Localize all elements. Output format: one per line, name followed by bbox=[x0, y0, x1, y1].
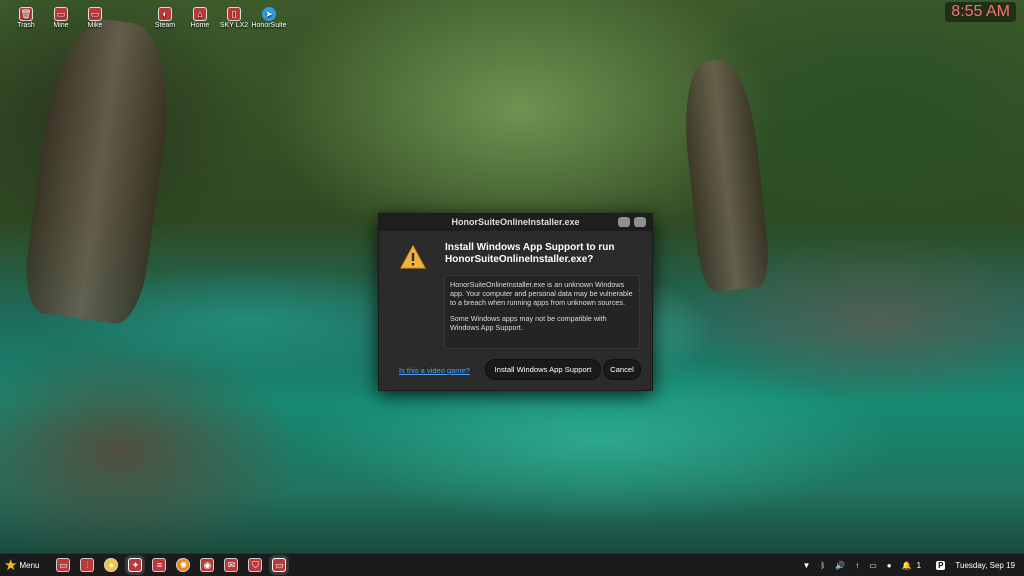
taskbar-vlc-icon[interactable]: ✺ bbox=[176, 558, 191, 572]
menu-label: Menu bbox=[19, 560, 40, 570]
wifi-icon[interactable]: ▼ bbox=[803, 561, 811, 570]
warning-icon bbox=[400, 245, 426, 269]
taskbar-files-icon[interactable]: ▭ bbox=[56, 558, 71, 572]
taskbar: ★ Menu ▭ ⫶ ● ✦ ≡ ✺ ◉ ✉ ⛉ ▭ ▼ ᛒ 🔊 ↑ ▭ ● 🔔… bbox=[0, 553, 1024, 576]
cancel-button[interactable]: Cancel bbox=[604, 360, 640, 379]
notification-count: 1 bbox=[916, 560, 922, 570]
install-dialog: HonorSuiteOnlineInstaller.exe Install Wi… bbox=[378, 213, 653, 391]
dialog-message-2: Some Windows apps may not be compatible … bbox=[450, 314, 607, 332]
trash-icon: 🗑 bbox=[19, 7, 33, 21]
taskbar-pidgin-icon[interactable]: ● bbox=[104, 558, 119, 572]
tree-trunk-right bbox=[678, 56, 772, 294]
bluetooth-icon[interactable]: ᛒ bbox=[820, 561, 825, 570]
install-windows-app-support-button[interactable]: Install Windows App Support bbox=[486, 360, 600, 379]
tree-trunk-left bbox=[19, 13, 181, 327]
dialog-headline: Install Windows App Support to run Honor… bbox=[445, 242, 615, 265]
dialog-message-1: HonorSuiteOnlineInstaller.exe is an unkn… bbox=[450, 280, 633, 307]
video-game-link[interactable]: Is this a video game? bbox=[399, 366, 470, 375]
system-tray: ▼ ᛒ 🔊 ↑ ▭ ● 🔔 1 P Tuesday, Sep 19 bbox=[798, 554, 1020, 576]
taskbar-mail-icon[interactable]: ✉ bbox=[224, 558, 239, 572]
star-icon: ★ bbox=[4, 557, 18, 574]
notifications-icon[interactable]: 🔔 1 bbox=[902, 561, 926, 570]
taskbar-notes-icon[interactable]: ≡ bbox=[152, 558, 167, 572]
menu-button[interactable]: ★ Menu bbox=[4, 554, 39, 576]
minimize-button[interactable] bbox=[618, 217, 630, 227]
app-tray-icon[interactable]: ● bbox=[887, 561, 892, 570]
desktop-icon-label: HonorSuite bbox=[251, 22, 287, 29]
taskbar-date[interactable]: Tuesday, Sep 19 bbox=[955, 561, 1015, 570]
taskbar-shield-icon[interactable]: ⛉ bbox=[248, 558, 263, 572]
taskbar-app-icon[interactable]: ✦ bbox=[128, 558, 143, 572]
notes-tray-icon[interactable]: P bbox=[936, 560, 946, 570]
folder-icon: ▭ bbox=[54, 7, 68, 21]
desktop-icon-honorsuite[interactable]: ➤ HonorSuite bbox=[245, 5, 293, 29]
taskbar-mixer-icon[interactable]: ⫶ bbox=[80, 558, 95, 572]
close-button[interactable] bbox=[634, 217, 646, 227]
folder-icon: ▭ bbox=[88, 7, 102, 21]
drive-icon[interactable]: ▭ bbox=[869, 561, 877, 570]
dialog-title: HonorSuiteOnlineInstaller.exe bbox=[451, 217, 580, 227]
desktop-icon-mike[interactable]: ▭ Mike bbox=[71, 5, 119, 29]
dialog-titlebar[interactable]: HonorSuiteOnlineInstaller.exe bbox=[379, 214, 652, 231]
home-icon: ⌂ bbox=[193, 7, 207, 21]
phone-icon: ▯ bbox=[227, 7, 241, 21]
upload-icon[interactable]: ↑ bbox=[855, 561, 859, 570]
top-clock[interactable]: 8:55 AM bbox=[945, 2, 1016, 22]
steam-icon: ◐ bbox=[158, 7, 172, 21]
dialog-message-box: HonorSuiteOnlineInstaller.exe is an unkn… bbox=[444, 275, 640, 349]
honorsuite-icon: ➤ bbox=[262, 7, 276, 21]
desktop-icon-label: Mike bbox=[87, 22, 103, 29]
taskbar-installer-icon[interactable]: ▭ bbox=[272, 558, 287, 572]
volume-icon[interactable]: 🔊 bbox=[835, 561, 845, 570]
taskbar-screenshot-icon[interactable]: ◉ bbox=[200, 558, 215, 572]
